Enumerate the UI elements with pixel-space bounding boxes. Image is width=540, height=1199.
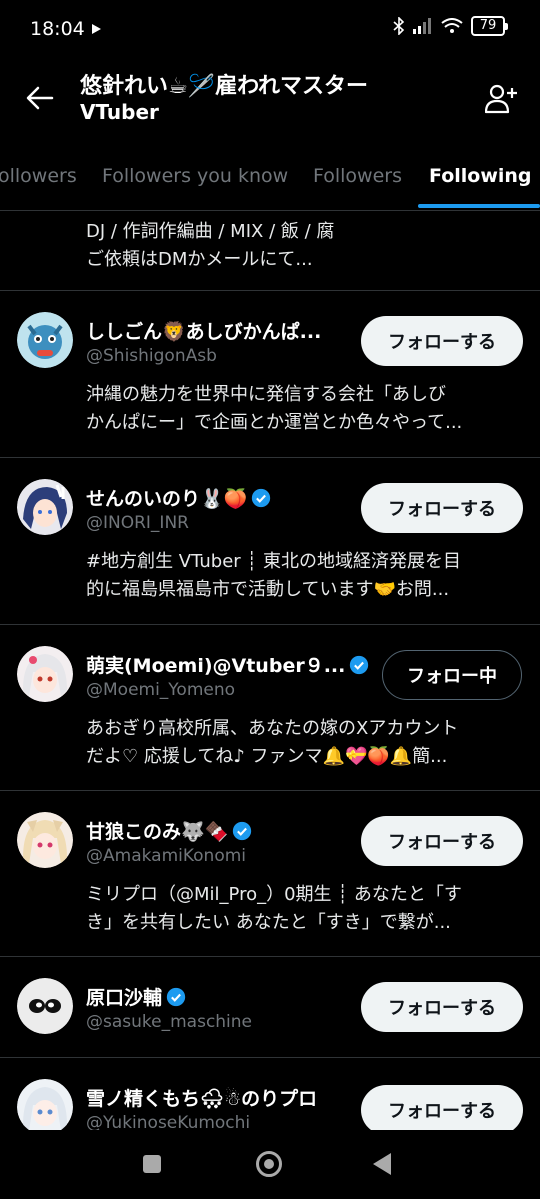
user-name[interactable]: 甘狼このみ🐺🍫 [86,817,252,844]
profile-header: 悠針れい☕🪡雇われマスター VTuber [0,60,540,140]
verified-badge-icon [166,987,186,1006]
bio-line: あおぎり高校所属、あなたの嫁のXアカウント [86,718,459,739]
user-name[interactable]: 萌実(Moemi)@Vtuber９... [86,651,369,678]
user-name-text: ししごん🦁あしびかんぱ... [86,321,322,343]
user-bio: #地方創生 VTuber ┊ 東北の地域経済発展を目 的に福島県福島市で活動して… [86,548,526,604]
system-nav-bar [0,1130,540,1199]
user-name[interactable]: 原口沙輔 [86,983,186,1010]
wifi-icon [441,18,463,33]
bluetooth-icon [393,17,405,35]
verified-badge-icon [350,655,369,674]
follow-button[interactable]: フォローする [361,316,523,366]
user-name-text: 萌実(Moemi)@Vtuber９... [86,655,346,677]
follow-button[interactable]: フォローする [361,1085,523,1130]
user-name-text: 原口沙輔 [86,987,163,1009]
list-item[interactable]: 原口沙輔 @sasuke_maschine フォローする [0,957,540,1057]
bio-line: かんぱにー」で企画とか運営とか色々やって... [86,412,463,433]
avatar[interactable] [17,312,73,368]
avatar[interactable] [17,1079,73,1130]
add-user-button[interactable] [480,78,524,118]
user-name-text: 甘狼このみ🐺🍫 [86,821,229,843]
media-play-icon [92,24,101,34]
user-handle: @INORI_INR [86,513,189,533]
user-name-text: せんのいのり🐰🍑 [86,488,248,510]
user-handle: @sasuke_maschine [86,1012,253,1032]
user-handle: @AmakamiKonomi [86,846,247,866]
follow-button[interactable]: フォローする [361,816,523,866]
follow-button[interactable]: フォローする [361,483,523,533]
page-title: 悠針れい☕🪡雇われマスター [80,74,369,99]
user-handle: @Moemi_Yomeno [86,680,236,700]
bio-line: ミリプロ（@Mil_Pro_）0期生 ┊ あなたと「す [86,884,462,905]
signal-icon [413,18,431,34]
verified-badge-icon [252,488,271,507]
list-item[interactable]: 甘狼このみ🐺🍫 @AmakamiKonomi フォローする ミリプロ（@Mil_… [0,791,540,956]
list-item[interactable]: 萌実(Moemi)@Vtuber９... @Moemi_Yomeno フォロー中… [0,625,540,790]
follow-button[interactable]: フォローする [361,982,523,1032]
bio-line: ご依頼はDMかメールにて... [86,249,313,270]
user-name[interactable]: 雪ノ精くもち🌨☃のりプロ [86,1084,317,1111]
bio-line: き」を共有したい あなたと「すき」で繋が... [86,912,451,933]
user-name[interactable]: ししごん🦁あしびかんぱ... [86,317,321,344]
status-icons: 79 [393,16,508,36]
bio-line: DJ / 作詞作編曲 / MIX / 飯 / 腐 [86,221,335,242]
avatar[interactable] [17,646,73,702]
person-add-icon [485,84,517,114]
tab-following[interactable]: Following [429,148,532,210]
avatar[interactable] [17,978,73,1034]
system-back-button[interactable] [373,1153,391,1175]
bio-line: だよ♡ 応援してね♪ ファンマ🔔💝🍑🔔簡... [86,746,448,767]
tab-bar: ollowers Followers you know Followers Fo… [0,148,540,211]
list-item[interactable]: せんのいのり🐰🍑 @INORI_INR フォローする #地方創生 VTuber … [0,458,540,623]
list-item-partial-bio: DJ / 作詞作編曲 / MIX / 飯 / 腐 ご依頼はDMかメールにて... [86,218,334,274]
recent-apps-button[interactable] [143,1155,161,1173]
user-name[interactable]: せんのいのり🐰🍑 [86,484,271,511]
verified-badge-icon [233,821,252,840]
battery-tip [505,22,508,30]
list-item[interactable]: ししごん🦁あしびかんぱ... @ShishigonAsb フォローする 沖縄の魅… [0,291,540,456]
avatar[interactable] [17,479,73,535]
following-button[interactable]: フォロー中 [382,650,522,700]
arrow-left-icon [26,86,54,110]
battery-level: 79 [471,16,505,36]
battery-indicator: 79 [471,16,508,36]
back-button[interactable] [20,78,60,118]
bio-line: #地方創生 VTuber ┊ 東北の地域経済発展を目 [86,551,461,572]
user-handle: @ShishigonAsb [86,346,217,366]
tab-followers-you-know[interactable]: Followers you know [102,148,288,210]
active-tab-indicator [418,204,540,208]
user-bio: ミリプロ（@Mil_Pro_）0期生 ┊ あなたと「す き」を共有したい あなた… [86,881,526,937]
tab-followers[interactable]: Followers [313,148,402,210]
user-bio: 沖縄の魅力を世界中に発信する会社「あしび かんぱにー」で企画とか運営とか色々やっ… [86,381,526,437]
bio-line: 的に福島県福島市で活動しています🤝お問... [86,579,450,600]
user-name-text: 雪ノ精くもち🌨☃のりプロ [86,1088,318,1110]
page-subtitle: VTuber [80,100,159,124]
tab-verified-followers[interactable]: ollowers [0,148,77,210]
home-button[interactable] [256,1151,282,1177]
user-bio: あおぎり高校所属、あなたの嫁のXアカウント だよ♡ 応援してね♪ ファンマ🔔💝🍑… [86,715,526,771]
user-handle: @YukinoseKumochi [86,1113,251,1130]
status-time: 18:04 [30,18,85,40]
status-bar: 18:04 79 [0,0,540,60]
avatar[interactable] [17,812,73,868]
list-item[interactable]: 雪ノ精くもち🌨☃のりプロ @YukinoseKumochi フォローする [0,1058,540,1130]
bio-line: 沖縄の魅力を世界中に発信する会社「あしび [86,384,446,405]
